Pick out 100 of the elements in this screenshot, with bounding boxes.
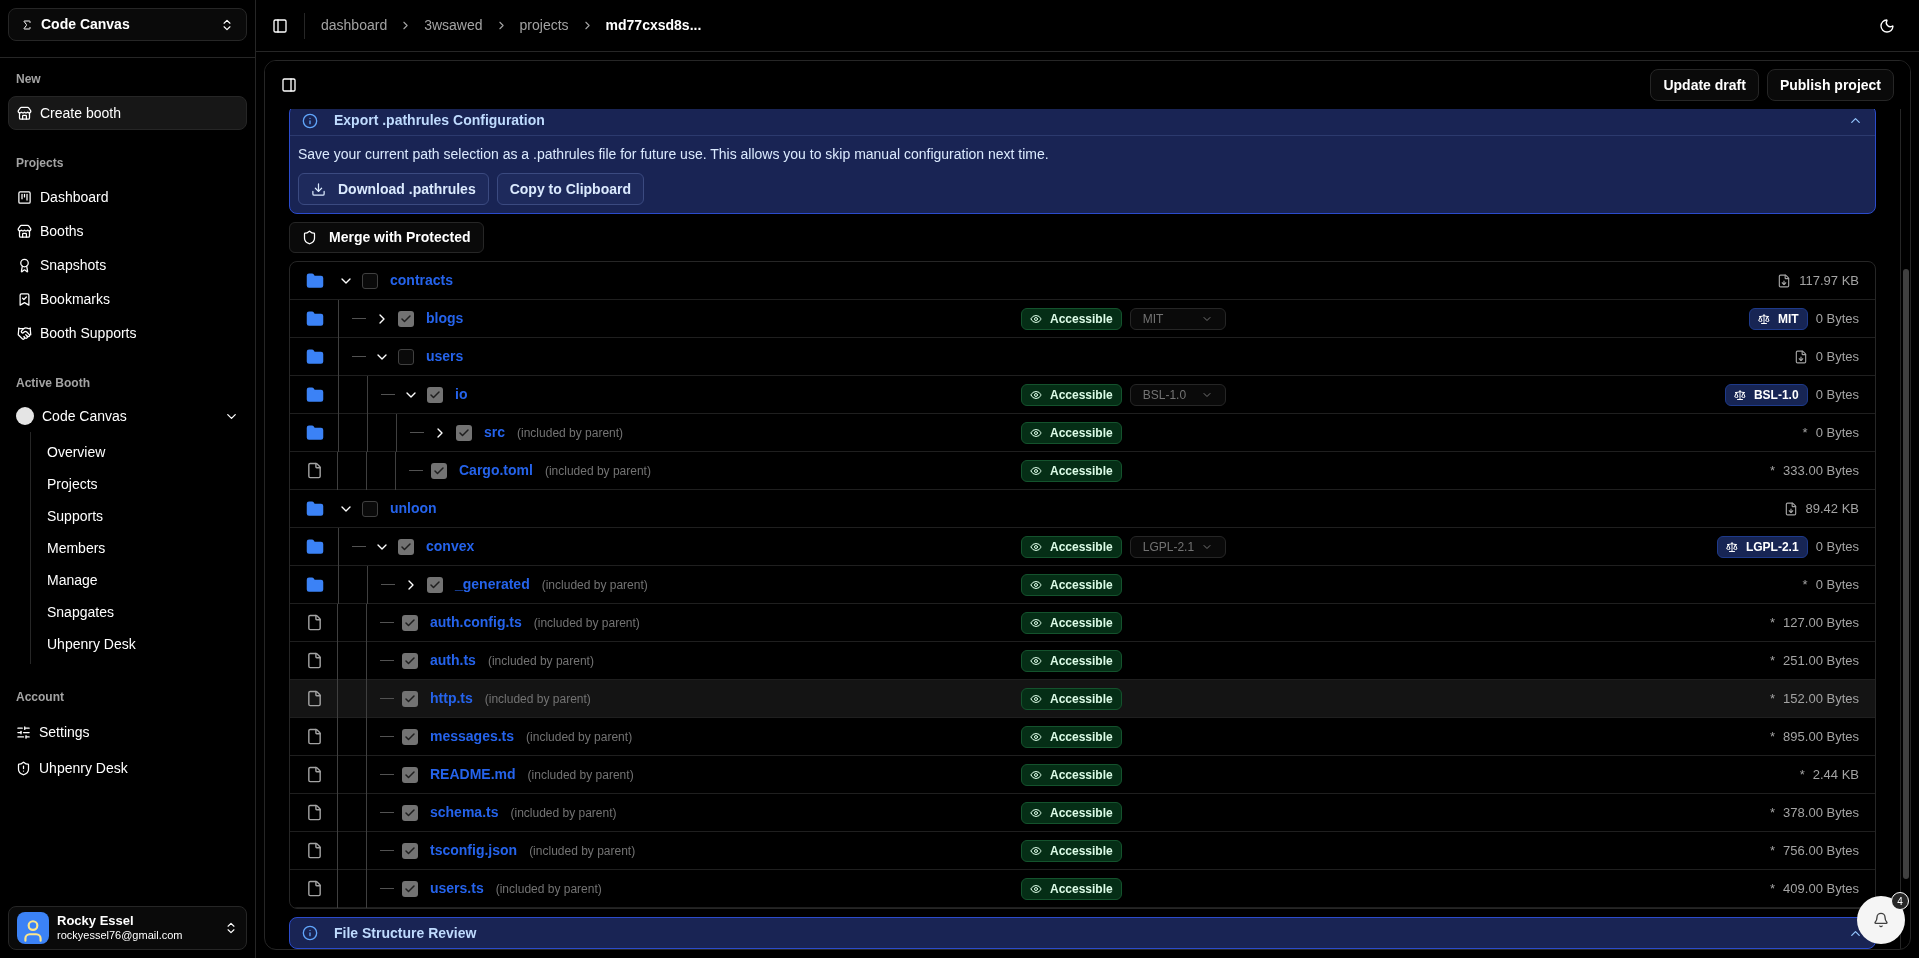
checkbox[interactable] [402,804,418,821]
tree-row[interactable]: http.ts (included by parent) Accessible * 152.00 Bytes [290,680,1875,718]
tree-row[interactable]: users.ts (included by parent) Accessible * 409.00 Bytes [290,870,1875,908]
inherited-mark: * [1802,423,1808,442]
item-note: (included by parent) [529,842,636,860]
sidebar-item[interactable]: Booth Supports [8,316,247,350]
checkbox[interactable] [431,462,447,479]
copy-button[interactable]: Copy to Clipboard [496,173,644,205]
checkbox[interactable] [402,690,418,707]
access-label: Accessible [1050,804,1113,822]
checkbox[interactable] [398,538,414,555]
sidebar-item[interactable]: Bookmarks [8,282,247,316]
checkbox[interactable] [456,424,472,441]
item-name[interactable]: contracts [390,270,454,291]
tree-row[interactable]: tsconfig.json (included by parent) Accessible * 756.00 Bytes [290,832,1875,870]
panel-toggle-icon[interactable] [281,77,297,93]
sidebar-item[interactable]: Snapshots [8,248,247,282]
item-name[interactable]: README.md [430,764,516,785]
shield-icon [16,760,31,776]
checkbox[interactable] [402,614,418,631]
file-icon [306,804,323,821]
item-name[interactable]: convex [426,536,475,557]
item-name[interactable]: src [484,422,506,443]
team-switcher[interactable]: Code Canvas [8,8,247,41]
tree-row[interactable]: messages.ts (included by parent) Accessible * 895.00 Bytes [290,718,1875,756]
sidebar-toggle-icon[interactable] [272,17,288,34]
tree-row[interactable]: schema.ts (included by parent) Accessible * 378.00 Bytes [290,794,1875,832]
checkbox[interactable] [398,310,414,327]
tree-row[interactable]: auth.config.ts (included by parent) Accessible * 127.00 Bytes [290,604,1875,642]
sidebar-item[interactable]: Uhpenry Desk [8,750,247,786]
file-size: 2.44 KB [1812,765,1859,784]
section-title: Account [15,689,65,706]
tree-row[interactable]: README.md (included by parent) Accessible * 2.44 KB [290,756,1875,794]
sidebar-subitem[interactable]: Supports [39,500,247,532]
tree-row[interactable]: users 0 Bytes [290,338,1875,376]
tree-row[interactable]: src (included by parent) Accessible * 0 Bytes [290,414,1875,452]
theme-toggle-icon[interactable] [1879,17,1895,34]
tree-row[interactable]: io Accessible BSL-1.0 BSL-1.0 0 Bytes [290,376,1875,414]
file-icon [306,690,323,707]
breadcrumb-link[interactable]: dashboard [321,15,388,36]
booth-switcher[interactable]: Code Canvas [8,400,247,432]
file-size: 117.97 KB [1799,271,1859,290]
sidebar-subitem[interactable]: Overview [39,436,247,468]
tree-row[interactable]: _generated (included by parent) Accessible * 0 Bytes [290,566,1875,604]
checkbox[interactable] [427,386,443,403]
merge-button[interactable]: Merge with Protected [289,222,484,253]
checkbox[interactable] [398,348,414,365]
inherited-mark: * [1802,575,1808,594]
checkbox[interactable] [402,652,418,669]
item-name[interactable]: schema.ts [430,802,499,823]
sidebar-subitem[interactable]: Projects [39,468,247,500]
item-name[interactable]: _generated [455,574,530,595]
breadcrumb-link[interactable]: 3wsawed [424,15,483,36]
breadcrumb-link[interactable]: projects [519,15,569,36]
update-draft-button[interactable]: Update draft [1650,69,1759,101]
user-menu[interactable]: Rocky Essel rockyessel76@gmail.com [8,906,247,950]
breadcrumb-link[interactable]: md77cxsd8s... [605,15,702,36]
eye-icon [1030,730,1042,743]
item-name[interactable]: io [455,384,468,405]
sidebar-subitem[interactable]: Snapgates [39,596,247,628]
item-name[interactable]: tsconfig.json [430,840,518,861]
sidebar-subitem[interactable]: Members [39,532,247,564]
sidebar-subitem[interactable]: Uhpenry Desk [39,628,247,660]
license-select[interactable]: BSL-1.0 [1129,383,1226,406]
item-name[interactable]: Cargo.toml [459,460,533,481]
item-name[interactable]: users.ts [430,878,484,899]
checkbox[interactable] [402,842,418,859]
license-select[interactable]: MIT [1129,307,1226,330]
item-name[interactable]: messages.ts [430,726,515,747]
scrollbar-thumb[interactable] [1902,269,1909,879]
item-name[interactable]: blogs [426,308,464,329]
sidebar-item[interactable]: Settings [8,714,247,750]
checkbox[interactable] [402,880,418,897]
tree-row[interactable]: convex Accessible LGPL-2.1 LGPL-2.1 0 Bytes [290,528,1875,566]
tree-row[interactable]: unloon 89.42 KB [290,490,1875,528]
item-note: (included by parent) [487,652,594,670]
sidebar-item[interactable]: Booths [8,214,247,248]
item-name[interactable]: http.ts [430,688,473,709]
license-label: LGPL-2.1 [1745,538,1799,556]
license-select[interactable]: LGPL-2.1 [1129,535,1226,558]
tree-row[interactable]: blogs Accessible MIT MIT 0 Bytes [290,300,1875,338]
item-name[interactable]: unloon [390,498,437,519]
item-name[interactable]: auth.ts [430,650,476,671]
checkbox[interactable] [402,766,418,783]
tree-row[interactable]: contracts 117.97 KB [290,262,1875,300]
tree-row[interactable]: Cargo.toml (included by parent) Accessible * 333.00 Bytes [290,452,1875,490]
checkbox[interactable] [427,576,443,593]
checkbox[interactable] [362,500,378,517]
sidebar-item[interactable]: Create booth [8,96,247,130]
sidebar-subitem[interactable]: Manage [39,564,247,596]
download-button[interactable]: Download .pathrules [298,173,489,205]
sidebar-item[interactable]: Dashboard [8,180,247,214]
store-icon [17,223,32,239]
item-name[interactable]: auth.config.ts [430,612,522,633]
checkbox[interactable] [362,272,378,289]
item-name[interactable]: users [426,346,464,367]
publish-button[interactable]: Publish project [1766,69,1894,101]
folder-icon [306,347,324,366]
banner-text: Save your current path selection as a .pathrules file for future use. This allows you to skip manual configuration next time. [298,145,1050,164]
checkbox[interactable] [402,728,418,745]
